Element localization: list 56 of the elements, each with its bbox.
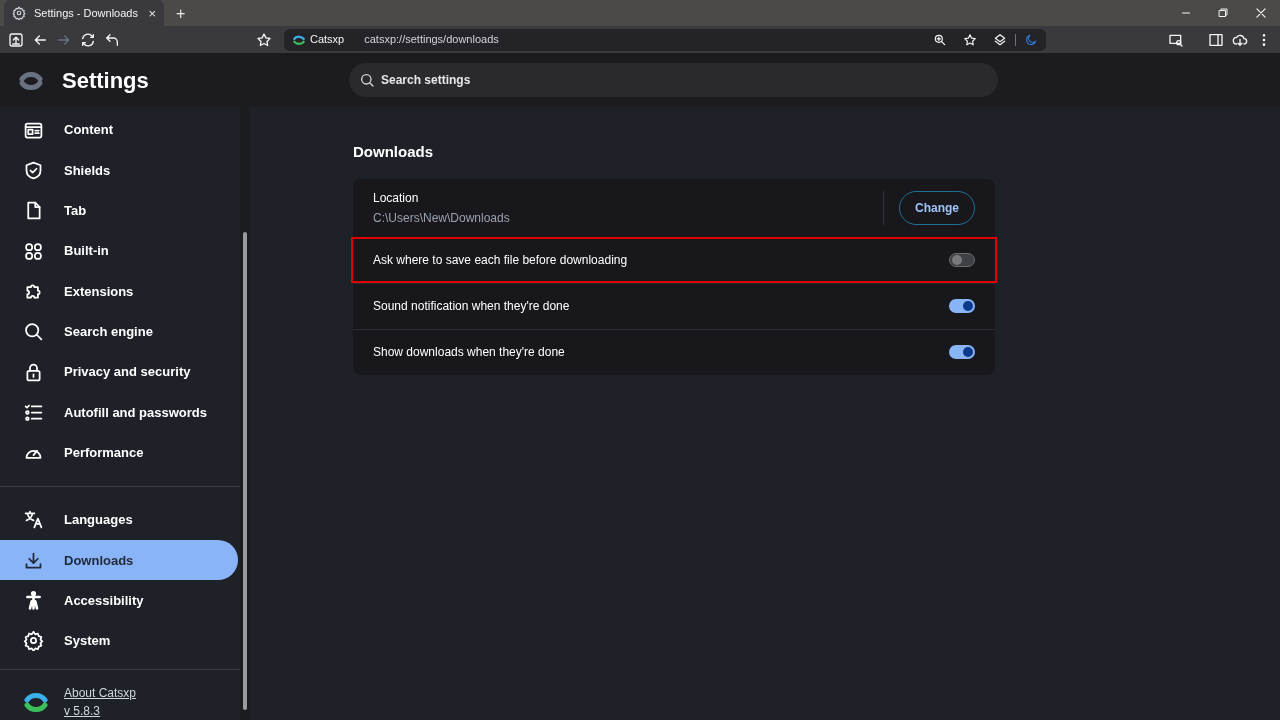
zoom-icon[interactable] (933, 32, 947, 47)
site-name: Catsxp (310, 32, 345, 48)
about-link[interactable]: About Catsxp (64, 684, 137, 703)
star-icon[interactable] (256, 31, 272, 48)
four-circles-icon (23, 240, 44, 262)
sidebar-item[interactable]: Search engine (0, 311, 238, 352)
gear-icon (12, 6, 26, 20)
new-tab-button[interactable]: + (176, 6, 186, 22)
reload-icon[interactable] (80, 31, 96, 48)
location-path: C:\Users\New\Downloads (373, 209, 510, 227)
sidebar-item[interactable]: System (0, 620, 238, 662)
moon-icon[interactable] (1024, 32, 1038, 47)
sidebar-item[interactable]: Downloads (0, 540, 238, 581)
toggle-label: Sound notification when they're done (373, 298, 571, 315)
close-icon[interactable] (1254, 6, 1268, 20)
sidebar-item[interactable]: Privacy and security (0, 351, 238, 393)
address-bar[interactable]: Catsxp catsxp://settings/downloads (284, 28, 1046, 51)
sidebar-item[interactable]: Content (0, 110, 238, 151)
undo-arrow-icon[interactable] (104, 31, 120, 48)
tab-title: Settings - Downloads (34, 5, 139, 21)
scrollbar[interactable] (240, 107, 250, 720)
toggle-label: Show downloads when they're done (373, 344, 566, 361)
search-icon (359, 72, 375, 88)
search-field[interactable]: Search settings (349, 63, 998, 97)
sidebar-item[interactable]: Shields (0, 150, 238, 191)
gear-icon (23, 630, 44, 652)
toggle-switch[interactable] (949, 345, 975, 359)
toggle-switch[interactable] (949, 252, 975, 267)
toggle-switch[interactable] (949, 299, 975, 313)
settings-title: Settings (62, 66, 150, 95)
upload-box-icon[interactable] (8, 31, 24, 48)
sidebar-item[interactable]: Extensions (0, 271, 238, 312)
restore-icon[interactable] (1217, 7, 1229, 19)
logo-icon (24, 690, 48, 715)
sidebar-item[interactable]: Built-in (0, 230, 238, 272)
accessibility-icon (23, 590, 44, 612)
version-link[interactable]: v 5.8.3 (64, 702, 101, 720)
star-icon[interactable] (963, 32, 977, 47)
layers-icon[interactable] (993, 32, 1007, 47)
translate-icon (23, 509, 44, 531)
logo-icon (292, 32, 306, 47)
shield-check-icon (23, 159, 44, 181)
sidebar-icon[interactable] (1208, 31, 1224, 48)
lock-icon (23, 361, 44, 383)
section-title: Downloads (353, 142, 434, 162)
close-tab-button[interactable]: × (148, 6, 156, 20)
sidebar-item[interactable]: Performance (0, 432, 238, 473)
browser-tab[interactable]: Settings - Downloads × (4, 0, 164, 26)
sidebar-item[interactable]: Accessibility (0, 580, 238, 621)
search-icon (23, 321, 44, 343)
toggle-label: Ask where to save each file before downloading (373, 251, 629, 269)
sidebar-item[interactable]: Autofill and passwords (0, 392, 238, 433)
sidebar-item[interactable]: Tab (0, 190, 238, 231)
sidebar-item[interactable]: Languages (0, 499, 238, 541)
url-text: catsxp://settings/downloads (364, 32, 500, 48)
location-label: Location (373, 189, 419, 207)
